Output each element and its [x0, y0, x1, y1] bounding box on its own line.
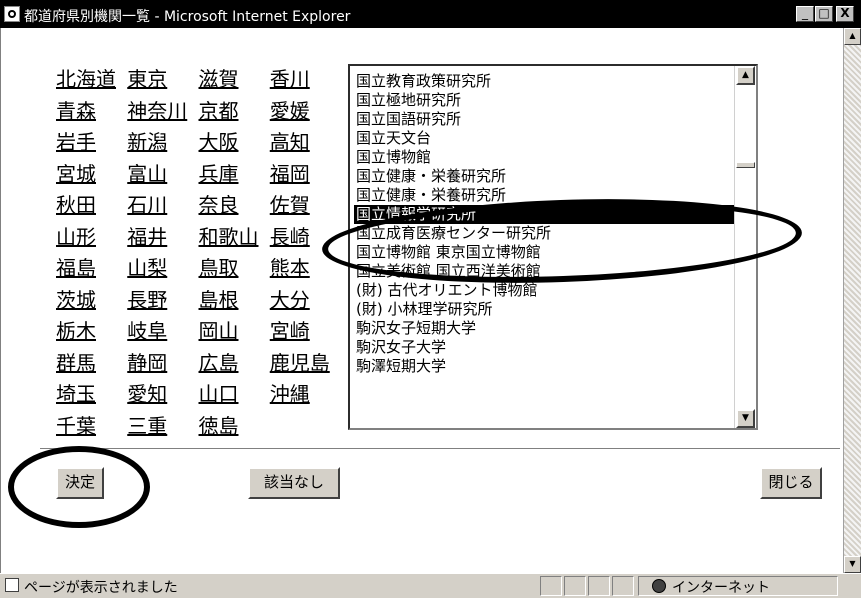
list-item[interactable]: (財) 小林理学研究所 [354, 300, 734, 319]
prefecture-link[interactable]: 島根 [199, 287, 270, 319]
listbox-scroll-thumb[interactable] [736, 162, 755, 168]
prefecture-row: 福島 山梨 鳥取 熊本 [56, 255, 341, 287]
prefecture-row: 青森 神奈川 京都 愛媛 [56, 98, 341, 130]
list-item[interactable]: 国立極地研究所 [354, 91, 734, 110]
page-icon [5, 578, 19, 592]
maximize-button[interactable]: □ [815, 6, 833, 22]
internet-zone-icon [652, 579, 666, 593]
list-item[interactable]: (財) 古代オリエント博物館 [354, 281, 734, 300]
close-window-button[interactable]: X [836, 6, 854, 22]
prefecture-row: 千葉 三重 徳島 [56, 413, 341, 445]
no-match-button[interactable]: 該当なし [248, 467, 340, 499]
prefecture-link[interactable]: 愛知 [127, 381, 198, 413]
window-scrollbar[interactable]: ▲ ▼ [843, 28, 861, 573]
annotation-circle-decide [8, 446, 150, 528]
status-panel [612, 576, 634, 596]
prefecture-link[interactable]: 香川 [270, 66, 341, 98]
list-item[interactable]: 国立健康・栄養研究所 [354, 167, 734, 186]
prefecture-link[interactable]: 京都 [199, 98, 270, 130]
prefecture-link[interactable]: 山口 [199, 381, 270, 413]
prefecture-link[interactable]: 埼玉 [56, 381, 127, 413]
status-bar: ページが表示されました インターネット [0, 573, 861, 598]
status-panel [588, 576, 610, 596]
prefecture-row: 秋田 石川 奈良 佐賀 [56, 192, 341, 224]
list-item[interactable]: 駒沢女子短期大学 [354, 319, 734, 338]
prefecture-link[interactable]: 長野 [127, 287, 198, 319]
scroll-down-arrow-icon[interactable]: ▼ [844, 556, 861, 573]
prefecture-link[interactable]: 愛媛 [270, 98, 341, 130]
list-item[interactable]: 国立国語研究所 [354, 110, 734, 129]
status-panel [564, 576, 586, 596]
prefecture-link[interactable]: 兵庫 [199, 161, 270, 193]
prefecture-link[interactable]: 群馬 [56, 350, 127, 382]
list-item[interactable]: 国立博物館 [354, 148, 734, 167]
prefecture-link[interactable]: 和歌山 [199, 224, 270, 256]
prefecture-link[interactable]: 大分 [270, 287, 341, 319]
prefecture-link[interactable]: 岩手 [56, 129, 127, 161]
prefecture-row: 宮城 富山 兵庫 福岡 [56, 161, 341, 193]
prefecture-link-grid: 北海道 東京 滋賀 香川 青森 神奈川 京都 愛媛 岩手 新潟 大阪 高知 宮城 富山 兵庫 福岡 秋田 石川 奈良… [56, 66, 341, 444]
prefecture-row: 北海道 東京 滋賀 香川 [56, 66, 341, 98]
prefecture-link[interactable]: 山形 [56, 224, 127, 256]
zone-text: インターネット [672, 580, 770, 596]
prefecture-link[interactable]: 沖縄 [270, 381, 341, 413]
prefecture-link[interactable]: 三重 [127, 413, 198, 445]
list-item[interactable]: 駒澤短期大学 [354, 357, 734, 376]
prefecture-link[interactable]: 高知 [270, 129, 341, 161]
minimize-button[interactable]: _ [796, 6, 814, 22]
prefecture-row: 埼玉 愛知 山口 沖縄 [56, 381, 341, 413]
prefecture-link[interactable]: 石川 [127, 192, 198, 224]
prefecture-link[interactable]: 栃木 [56, 318, 127, 350]
scroll-up-arrow-icon[interactable]: ▲ [844, 28, 861, 45]
close-button[interactable]: 閉じる [760, 467, 822, 499]
list-item[interactable]: 駒沢女子大学 [354, 338, 734, 357]
divider [40, 448, 840, 450]
listbox-scroll-up-icon[interactable]: ▲ [736, 66, 755, 85]
prefecture-link[interactable]: 富山 [127, 161, 198, 193]
prefecture-link[interactable]: 鳥取 [199, 255, 270, 287]
list-item[interactable]: 国立教育政策研究所 [354, 72, 734, 91]
status-panel [540, 576, 562, 596]
prefecture-link[interactable]: 新潟 [127, 129, 198, 161]
prefecture-link[interactable]: 山梨 [127, 255, 198, 287]
prefecture-link[interactable]: 秋田 [56, 192, 127, 224]
prefecture-link[interactable]: 福井 [127, 224, 198, 256]
list-item[interactable]: 国立天文台 [354, 129, 734, 148]
prefecture-row: 茨城 長野 島根 大分 [56, 287, 341, 319]
prefecture-link[interactable]: 北海道 [56, 66, 127, 98]
prefecture-link[interactable]: 奈良 [199, 192, 270, 224]
prefecture-link[interactable]: 東京 [127, 66, 198, 98]
status-text: ページが表示されました [24, 580, 178, 596]
prefecture-link[interactable]: 千葉 [56, 413, 127, 445]
prefecture-link[interactable]: 大阪 [199, 129, 270, 161]
prefecture-row: 群馬 静岡 広島 鹿児島 [56, 350, 341, 382]
prefecture-row: 岩手 新潟 大阪 高知 [56, 129, 341, 161]
prefecture-row: 山形 福井 和歌山 長崎 [56, 224, 341, 256]
prefecture-link[interactable]: 茨城 [56, 287, 127, 319]
prefecture-link[interactable]: 徳島 [199, 413, 270, 445]
prefecture-link[interactable]: 福島 [56, 255, 127, 287]
prefecture-row: 栃木 岐阜 岡山 宮崎 [56, 318, 341, 350]
prefecture-link[interactable]: 岐阜 [127, 318, 198, 350]
prefecture-link[interactable]: 神奈川 [127, 98, 198, 130]
prefecture-link[interactable]: 福岡 [270, 161, 341, 193]
title-bar: 都道府県別機関一覧 - Microsoft Internet Explorer … [0, 0, 861, 28]
prefecture-link[interactable]: 静岡 [127, 350, 198, 382]
window-title: 都道府県別機関一覧 - Microsoft Internet Explorer [24, 9, 351, 25]
prefecture-link[interactable]: 広島 [199, 350, 270, 382]
prefecture-link[interactable]: 宮崎 [270, 318, 341, 350]
prefecture-link[interactable]: 鹿児島 [270, 350, 341, 382]
prefecture-link[interactable]: 滋賀 [199, 66, 270, 98]
prefecture-link[interactable]: 宮城 [56, 161, 127, 193]
prefecture-link[interactable]: 佐賀 [270, 192, 341, 224]
listbox-scroll-down-icon[interactable]: ▼ [736, 409, 755, 428]
ie-app-icon[interactable] [4, 6, 20, 22]
prefecture-link[interactable]: 岡山 [199, 318, 270, 350]
prefecture-link [270, 413, 341, 445]
prefecture-link[interactable]: 青森 [56, 98, 127, 130]
